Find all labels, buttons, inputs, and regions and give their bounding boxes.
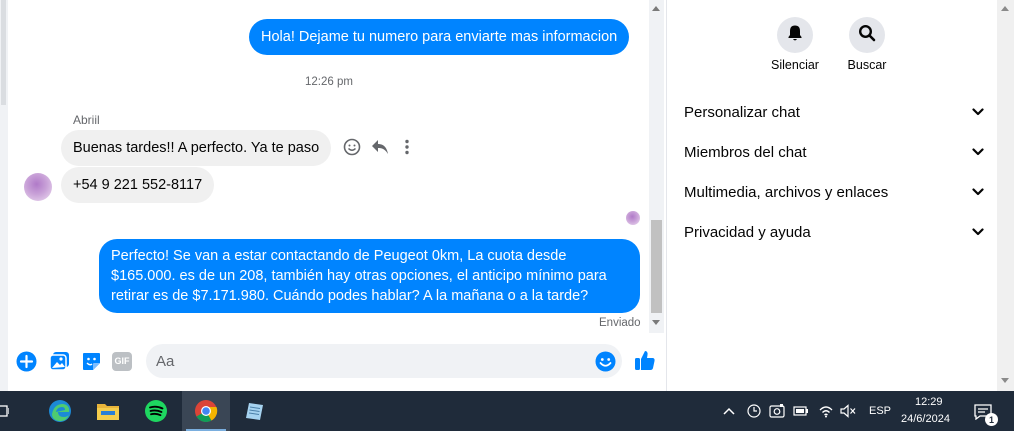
file-explorer-icon[interactable]: [84, 391, 132, 431]
notifications-icon[interactable]: 1: [972, 402, 998, 426]
scroll-up-arrow[interactable]: [652, 6, 660, 11]
task-view-icon[interactable]: [0, 391, 16, 431]
attach-image-icon[interactable]: [48, 350, 70, 372]
search-icon: [858, 24, 876, 47]
emoji-react-icon[interactable]: [341, 136, 363, 158]
chevron-down-icon: [972, 103, 984, 121]
battery-icon[interactable]: [793, 403, 809, 419]
mute-label: Silenciar: [771, 58, 819, 72]
more-options-icon[interactable]: [396, 136, 418, 158]
meet-now-icon[interactable]: [746, 403, 762, 419]
notification-count-badge: 1: [985, 413, 998, 426]
windows-taskbar: ESP 12:29 24/6/2024 1: [0, 391, 1014, 431]
edge-icon[interactable]: [36, 391, 84, 431]
chat-scrollbar-thumb[interactable]: [651, 220, 662, 313]
incoming-message[interactable]: Buenas tardes!! A perfecto. Ya te paso: [61, 130, 332, 166]
screen-capture-icon[interactable]: [769, 403, 785, 419]
chevron-down-icon: [972, 183, 984, 201]
contact-avatar[interactable]: [24, 173, 52, 201]
incoming-message[interactable]: +54 9 221 552-8117: [61, 167, 215, 203]
chevron-down-icon: [972, 223, 984, 241]
sticker-icon[interactable]: [80, 350, 102, 372]
search-label: Buscar: [847, 58, 887, 72]
gif-icon[interactable]: GIF: [111, 350, 133, 372]
emoji-icon[interactable]: [594, 350, 616, 372]
chevron-up-icon[interactable]: [721, 403, 737, 419]
scroll-up-arrow[interactable]: [1001, 6, 1009, 11]
spotify-icon[interactable]: [132, 391, 180, 431]
message-composer: GIF: [0, 333, 667, 391]
search-button[interactable]: [849, 17, 885, 53]
section-label: Multimedia, archivos y enlaces: [684, 183, 889, 201]
plus-circle-icon[interactable]: [15, 350, 37, 372]
thumbs-up-icon[interactable]: [633, 348, 657, 372]
section-customize-chat[interactable]: Personalizar chat: [684, 97, 984, 127]
chrome-icon[interactable]: [182, 391, 230, 431]
chat-scrollbar[interactable]: [649, 0, 664, 333]
scroll-down-arrow[interactable]: [652, 320, 660, 325]
sender-name: Abriil: [73, 113, 100, 127]
section-label: Personalizar chat: [684, 103, 800, 121]
message-input[interactable]: [146, 344, 622, 378]
seen-avatar: [626, 211, 640, 225]
left-scrollbar-thumb[interactable]: [1, 0, 6, 105]
chat-info-panel: Silenciar Buscar Personalizar chat Miemb…: [668, 0, 1014, 391]
wifi-icon[interactable]: [818, 403, 834, 419]
section-label: Miembros del chat: [684, 143, 807, 161]
message-line: $165.000. es de un 208, también hay otra…: [111, 268, 607, 284]
outgoing-message[interactable]: Hola! Dejame tu numero para enviarte mas…: [249, 19, 630, 55]
chevron-down-icon: [972, 143, 984, 161]
notepad-icon[interactable]: [231, 391, 279, 431]
mute-button[interactable]: [777, 17, 813, 53]
page-scrollbar[interactable]: [997, 0, 1014, 391]
speaker-muted-icon[interactable]: [840, 403, 856, 419]
language-indicator[interactable]: ESP: [869, 405, 891, 417]
message-timestamp: 12:26 pm: [305, 76, 353, 88]
clock-date[interactable]: 24/6/2024: [901, 413, 950, 425]
section-media-files-links[interactable]: Multimedia, archivos y enlaces: [684, 177, 984, 207]
section-privacy-help[interactable]: Privacidad y ayuda: [684, 217, 984, 247]
reply-icon[interactable]: [369, 136, 391, 158]
outgoing-message[interactable]: Perfecto! Se van a estar contactando de …: [99, 239, 640, 313]
message-line: retirar es de $7.171.980. Cuándo podes h…: [111, 288, 589, 304]
scroll-down-arrow[interactable]: [1001, 378, 1009, 383]
message-line: Perfecto! Se van a estar contactando de …: [111, 248, 567, 264]
delivery-status: Enviado: [599, 317, 641, 329]
chat-window: Hola! Dejame tu numero para enviarte mas…: [0, 0, 667, 391]
section-chat-members[interactable]: Miembros del chat: [684, 137, 984, 167]
clock-time[interactable]: 12:29: [915, 396, 943, 408]
section-label: Privacidad y ayuda: [684, 223, 811, 241]
bell-icon: [786, 24, 804, 47]
gif-badge: GIF: [112, 351, 132, 371]
